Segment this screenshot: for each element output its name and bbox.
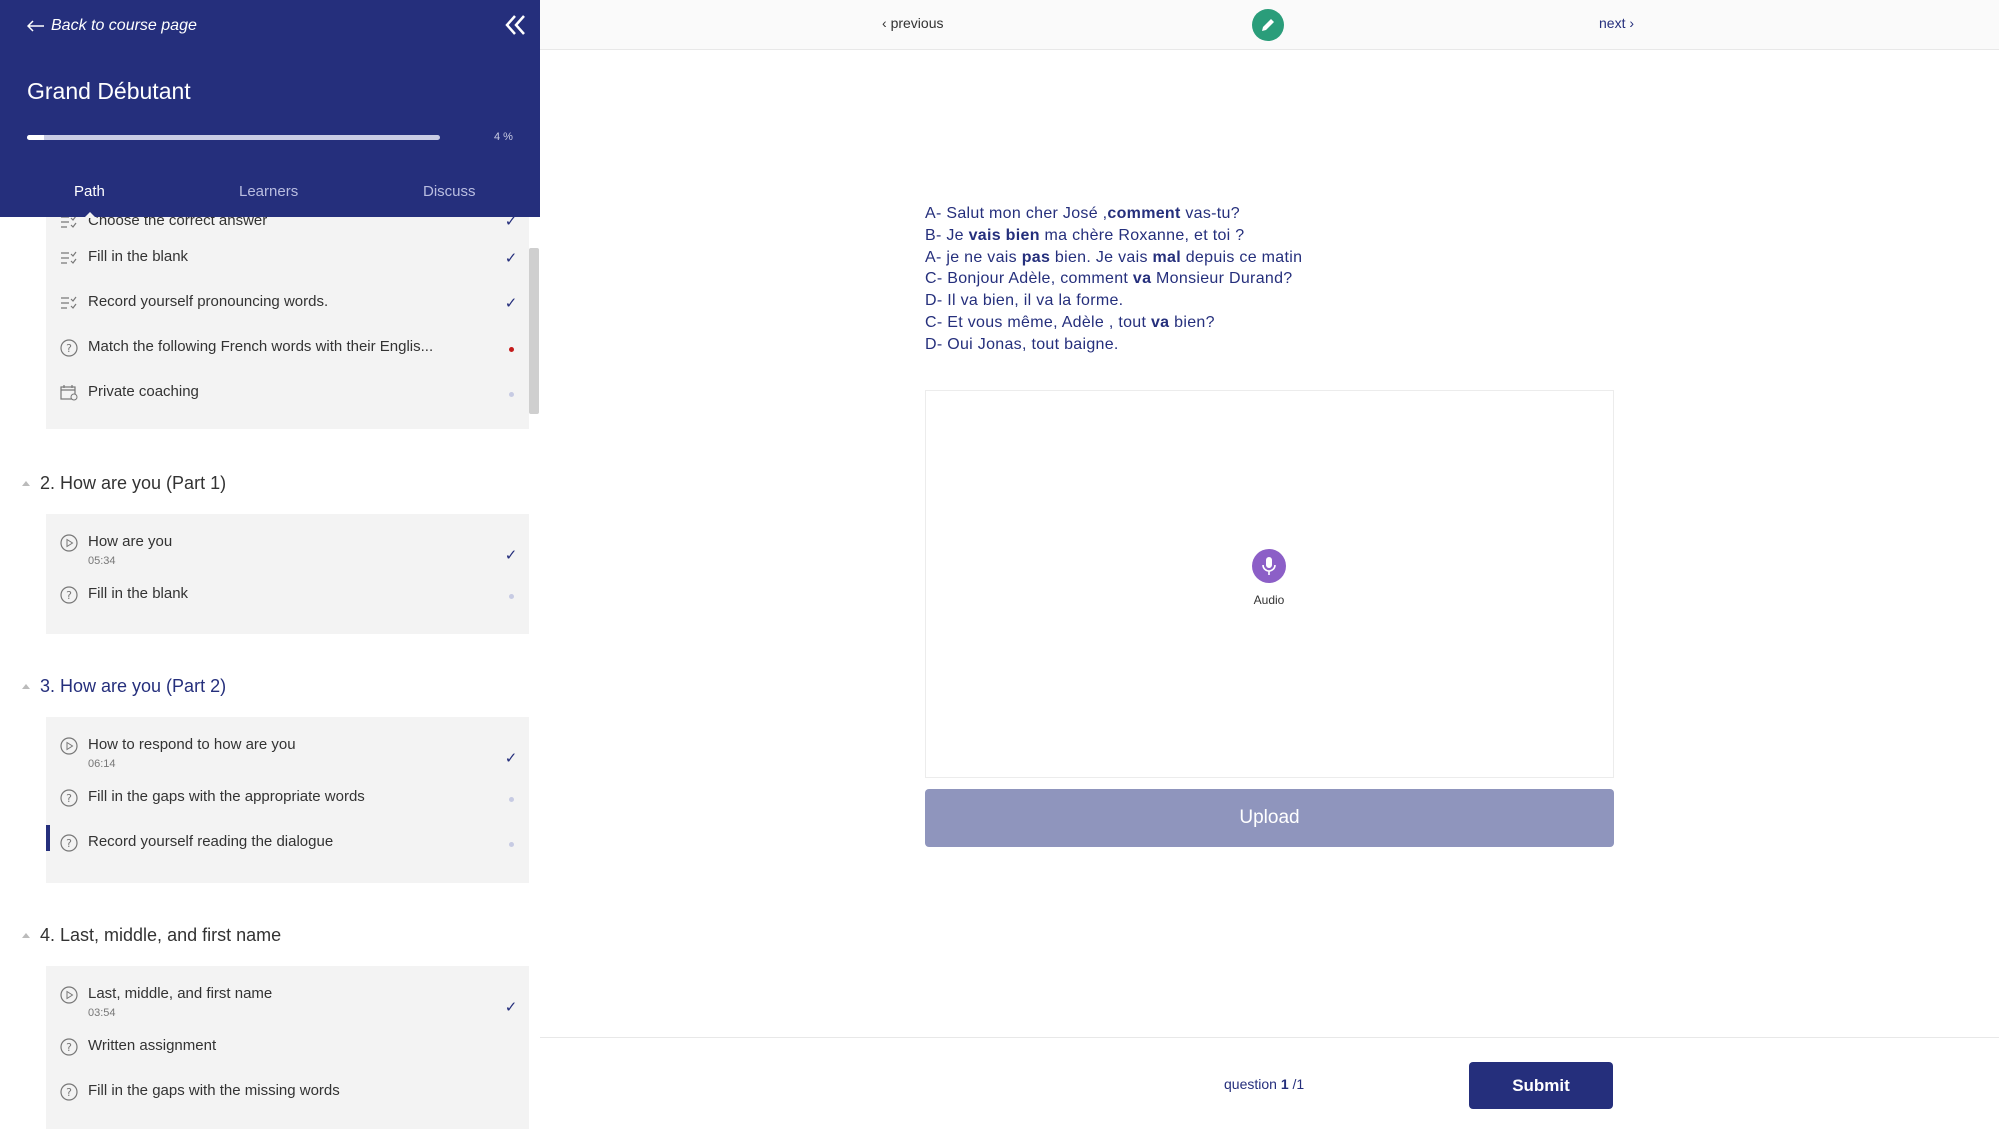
double-chevron-left-icon xyxy=(505,15,525,35)
course-sidebar: Back to course page Grand Débutant 4 % P… xyxy=(0,0,540,1129)
completed-check-icon: ✓ xyxy=(504,999,518,1016)
tab-discuss[interactable]: Discuss xyxy=(423,183,476,200)
question-icon: ? xyxy=(60,1083,78,1101)
section-header-2[interactable]: 2. How are you (Part 1) xyxy=(22,473,226,494)
active-tab-caret xyxy=(84,212,96,218)
pencil-icon xyxy=(1262,19,1274,31)
collapse-caret-icon xyxy=(22,684,30,689)
svg-text:?: ? xyxy=(66,342,72,355)
sidebar-header: Back to course page Grand Débutant 4 % P… xyxy=(0,0,540,218)
course-progress-percent: 4 % xyxy=(494,131,513,143)
question-icon: ? xyxy=(60,339,78,357)
checklist-icon xyxy=(60,217,78,231)
audio-label: Audio xyxy=(1253,593,1285,607)
course-title: Grand Débutant xyxy=(27,78,191,104)
record-audio-button[interactable] xyxy=(1252,549,1286,583)
list-item[interactable]: Record yourself pronouncing words. ✓ xyxy=(46,281,529,326)
lesson-duration: 05:34 xyxy=(88,555,116,567)
dialogue-line: C- Et vous même, Adèle , tout va bien? xyxy=(925,313,1215,331)
dialogue-line: D- Oui Jonas, tout baigne. xyxy=(925,335,1119,353)
list-item[interactable]: Last, middle, and first name 03:54 ✓ xyxy=(46,979,529,1034)
pending-status-dot xyxy=(504,789,518,806)
list-item-active[interactable]: ? Record yourself reading the dialogue xyxy=(46,821,529,866)
chevron-right-icon: › xyxy=(1629,15,1635,31)
collapse-sidebar-button[interactable] xyxy=(500,10,530,40)
list-item[interactable]: ? Fill in the gaps with the missing word… xyxy=(46,1079,529,1124)
question-icon: ? xyxy=(60,1038,78,1056)
sidebar-scrollbar[interactable] xyxy=(529,248,539,414)
svg-text:?: ? xyxy=(66,837,72,850)
microphone-icon xyxy=(1262,557,1276,575)
question-icon: ? xyxy=(60,789,78,807)
arrow-left-icon xyxy=(27,20,44,32)
question-icon: ? xyxy=(60,586,78,604)
completed-check-icon: ✓ xyxy=(504,750,518,767)
list-item[interactable]: Private coaching xyxy=(46,371,529,416)
list-item[interactable]: ? Fill in the blank xyxy=(46,582,529,627)
collapse-caret-icon xyxy=(22,481,30,486)
calendar-icon xyxy=(60,384,78,402)
dialogue-line: A- Salut mon cher José ,comment vas-tu? xyxy=(925,205,1240,222)
tab-learners[interactable]: Learners xyxy=(239,183,298,200)
dialogue-line: A- je ne vais pas bien. Je vais mal depu… xyxy=(925,248,1303,266)
back-link-label: Back to course page xyxy=(51,17,197,34)
play-circle-icon xyxy=(60,737,78,755)
audio-answer-area[interactable]: Audio xyxy=(925,390,1614,778)
course-progress-fill xyxy=(27,135,44,140)
tab-path[interactable]: Path xyxy=(74,183,105,200)
svg-text:?: ? xyxy=(66,1041,72,1054)
previous-button[interactable]: ‹ previous xyxy=(882,15,943,31)
list-item[interactable]: Fill in the blank ✓ xyxy=(46,236,529,281)
upload-button[interactable]: Upload xyxy=(925,789,1614,847)
dialogue-line: C- Bonjour Adèle, comment va Monsieur Du… xyxy=(925,270,1293,288)
collapse-caret-icon xyxy=(22,933,30,938)
submit-button[interactable]: Submit xyxy=(1469,1062,1613,1109)
question-icon: ? xyxy=(60,834,78,852)
edit-button[interactable] xyxy=(1252,9,1284,41)
completed-check-icon: ✓ xyxy=(504,250,518,267)
section-header-3[interactable]: 3. How are you (Part 2) xyxy=(22,676,226,697)
sidebar-path-list[interactable]: Choose the correct answer ✓ Fill in the … xyxy=(0,217,540,1129)
svg-text:?: ? xyxy=(66,589,72,602)
list-item[interactable]: ? Written assignment xyxy=(46,1034,529,1079)
lesson-duration: 03:54 xyxy=(88,1007,116,1019)
question-navigation-bar: ‹ previous next › xyxy=(540,0,1999,50)
completed-check-icon: ✓ xyxy=(504,547,518,564)
chevron-left-icon: ‹ xyxy=(882,15,887,31)
question-footer: question 1 /1 Submit xyxy=(540,1037,1999,1129)
checklist-icon xyxy=(60,294,78,312)
lesson-duration: 06:14 xyxy=(88,758,116,770)
back-to-course-link[interactable]: Back to course page xyxy=(27,17,197,35)
active-item-indicator xyxy=(46,825,50,851)
next-button[interactable]: next › xyxy=(1599,15,1634,31)
list-item[interactable]: How are you 05:34 ✓ xyxy=(46,527,529,582)
sidebar-tabs: Path Learners Discuss xyxy=(0,180,540,218)
pending-status-dot xyxy=(504,586,518,603)
lesson-group-1: Choose the correct answer ✓ Fill in the … xyxy=(46,217,529,429)
lesson-group-3: How to respond to how are you 06:14 ✓ ? … xyxy=(46,717,529,883)
completed-check-icon: ✓ xyxy=(504,217,518,230)
dialogue-line: D- Il va bien, il va la forme. xyxy=(925,292,1124,310)
list-item[interactable]: ? Match the following French words with … xyxy=(46,326,529,371)
checklist-icon xyxy=(60,249,78,267)
list-item[interactable]: How to respond to how are you 06:14 ✓ xyxy=(46,730,529,785)
pending-status-dot xyxy=(504,834,518,851)
section-header-4[interactable]: 4. Last, middle, and first name xyxy=(22,925,281,946)
svg-text:?: ? xyxy=(66,792,72,805)
dialogue-line: B- Je vais bien ma chère Roxanne, et toi… xyxy=(925,226,1245,244)
pending-status-dot xyxy=(504,339,518,356)
course-progress-bar xyxy=(27,135,440,140)
lesson-group-4: Last, middle, and first name 03:54 ✓ ? W… xyxy=(46,966,529,1129)
play-circle-icon xyxy=(60,986,78,1004)
dialogue-text: A- Salut mon cher José ,comment vas-tu? B… xyxy=(925,203,1425,356)
completed-check-icon: ✓ xyxy=(504,295,518,312)
question-counter: question 1 /1 xyxy=(1224,1076,1305,1092)
lesson-group-2: How are you 05:34 ✓ ? Fill in the blank xyxy=(46,514,529,634)
pending-status-dot xyxy=(504,384,518,401)
svg-text:?: ? xyxy=(66,1086,72,1099)
play-circle-icon xyxy=(60,534,78,552)
